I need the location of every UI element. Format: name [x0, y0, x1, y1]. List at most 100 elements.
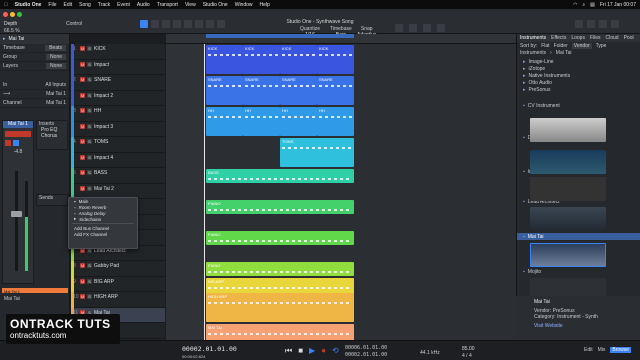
solo-button[interactable]: S [87, 77, 92, 82]
menu-studio-one[interactable]: Studio One [203, 2, 228, 8]
solo-button[interactable]: S [87, 278, 92, 284]
menu-song[interactable]: Song [79, 2, 91, 8]
track-name[interactable]: HIGH ARP [94, 294, 118, 300]
output-row[interactable]: ⟶ Mai Tai 1 [0, 90, 69, 99]
clip[interactable]: SNARE [243, 76, 280, 105]
song-view-icon[interactable] [575, 20, 583, 28]
mute-tool-icon[interactable] [195, 20, 203, 28]
grid-icon[interactable] [395, 24, 403, 32]
track-header[interactable]: 3 M S HH [71, 106, 165, 122]
tempo-display[interactable]: 85.00 [462, 346, 475, 352]
show-view-icon[interactable] [599, 20, 607, 28]
menu-edit[interactable]: Edit [63, 2, 72, 8]
search-icon[interactable]: ⌕ [582, 2, 585, 8]
group-row[interactable]: Group None [0, 53, 69, 62]
clip[interactable]: TOMS [280, 138, 354, 167]
mute-button[interactable]: M [80, 123, 85, 129]
channel-row[interactable]: Channel Mai Tai 1 [0, 99, 69, 108]
mute-button[interactable]: M [80, 154, 85, 160]
track-name[interactable]: TOMS [94, 139, 108, 145]
mix-button[interactable]: Mix [598, 347, 606, 353]
edit-button[interactable]: Edit [584, 347, 593, 353]
track-header[interactable]: 5 M S BASS [71, 168, 165, 184]
timebase-row-value[interactable]: Beats [45, 45, 66, 51]
layers-row[interactable]: Layers None [0, 62, 69, 71]
clock[interactable]: Fri 17 Jan 00:07 [600, 2, 636, 8]
clip[interactable]: PIANO [206, 262, 354, 276]
follow-icon[interactable] [409, 24, 417, 32]
mute-button[interactable]: M [80, 278, 85, 284]
track-header[interactable]: M S Impact [71, 59, 165, 75]
sort-flat[interactable]: Flat [541, 43, 549, 49]
mute-button[interactable]: M [80, 185, 85, 191]
browser-item[interactable]: ▸ PreSonus [517, 86, 640, 93]
browser-item[interactable]: ▸ Image-Line [517, 58, 640, 65]
record-arm-icon[interactable] [5, 140, 11, 146]
solo-button[interactable]: S [87, 92, 92, 98]
time-signature[interactable]: 4 / 4 [462, 353, 472, 359]
clip[interactable]: SNARE [280, 76, 317, 105]
solo-button[interactable]: S [87, 170, 92, 175]
tab-loops[interactable]: Loops [571, 35, 585, 41]
listen-tool-icon[interactable] [217, 20, 225, 28]
clip[interactable]: SNARE [206, 76, 243, 105]
wifi-icon[interactable]: ◠ [573, 2, 577, 8]
track-header[interactable]: 8 M S Gabby Pad [71, 261, 165, 277]
stop-icon[interactable]: ■ [298, 346, 303, 356]
track-name[interactable]: KICK [94, 46, 106, 52]
sort-vendor[interactable]: Vendor [571, 42, 592, 49]
insert-slot-2[interactable]: Chorus [37, 133, 67, 139]
mute-button[interactable]: M [80, 294, 85, 299]
time-display[interactable]: 00002.01.01.00 [182, 345, 237, 353]
loop-icon[interactable]: ⟲ [332, 346, 339, 356]
mute-button[interactable]: M [80, 61, 85, 67]
split-tool-icon[interactable] [162, 20, 170, 28]
lead-architect-thumb[interactable] [530, 207, 606, 231]
track-name[interactable]: Mai Tai 2 [94, 186, 114, 192]
solo-button[interactable]: S [87, 154, 92, 160]
track-name[interactable]: SNARE [94, 77, 111, 83]
tab-pool[interactable]: Pool [624, 35, 634, 41]
solo-button[interactable]: S [87, 263, 92, 268]
track-name[interactable]: Impact 2 [94, 93, 113, 99]
clip[interactable]: KICK [280, 45, 317, 74]
mai-tai-thumb[interactable] [530, 243, 606, 267]
browser-item[interactable]: ▪ CV Instrument [517, 102, 640, 109]
track-header[interactable]: M S Impact 4 [71, 152, 165, 168]
solo-button[interactable]: S [87, 108, 92, 113]
track-name[interactable]: BASS [94, 170, 107, 176]
tab-instruments[interactable]: Instruments [520, 35, 546, 41]
track-header[interactable]: M S Impact 3 [71, 121, 165, 137]
mute-button[interactable]: M [80, 108, 85, 113]
cv-thumb[interactable] [530, 150, 606, 174]
menu-help[interactable]: Help [260, 2, 270, 8]
clip[interactable]: HIGH ARP [206, 293, 354, 322]
sort-type[interactable]: Type [596, 43, 607, 49]
track-name[interactable]: Impact 4 [94, 155, 113, 161]
fader-track[interactable] [15, 171, 18, 271]
track-header[interactable]: 10 M S HIGH ARP [71, 292, 165, 308]
track-name[interactable]: Impact [94, 62, 109, 68]
strip-name[interactable]: Mai Tai 1 [3, 121, 33, 128]
minimize-icon[interactable] [10, 12, 15, 17]
autoscroll-icon[interactable] [423, 24, 431, 32]
mute-button[interactable]: M [80, 263, 85, 268]
loop-range[interactable] [206, 34, 354, 38]
project-view-icon[interactable] [587, 20, 595, 28]
arrangement-view[interactable]: KICK KICK KICK KICK SNARE SNARE SNARE SNARE HH HH… [166, 44, 516, 353]
menu-window[interactable]: Window [235, 2, 253, 8]
layers-row-value[interactable]: None [46, 63, 66, 69]
menu-track[interactable]: Track [98, 2, 110, 8]
menu-item-add-fx[interactable]: Add FX Channel [69, 231, 137, 237]
track-name[interactable]: HH [94, 108, 101, 114]
solo-button[interactable]: S [87, 185, 92, 191]
bend-tool-icon[interactable] [206, 20, 214, 28]
paint-tool-icon[interactable] [184, 20, 192, 28]
clip[interactable]: HH [280, 107, 317, 136]
track-header[interactable]: M S Impact 2 [71, 90, 165, 106]
solo-button[interactable]: S [87, 46, 92, 51]
solo-button[interactable]: S [87, 123, 92, 129]
menu-audio[interactable]: Audio [137, 2, 150, 8]
inspector-header[interactable]: ▸ Mai Tai [0, 34, 69, 44]
clip[interactable]: KICK [206, 45, 243, 74]
